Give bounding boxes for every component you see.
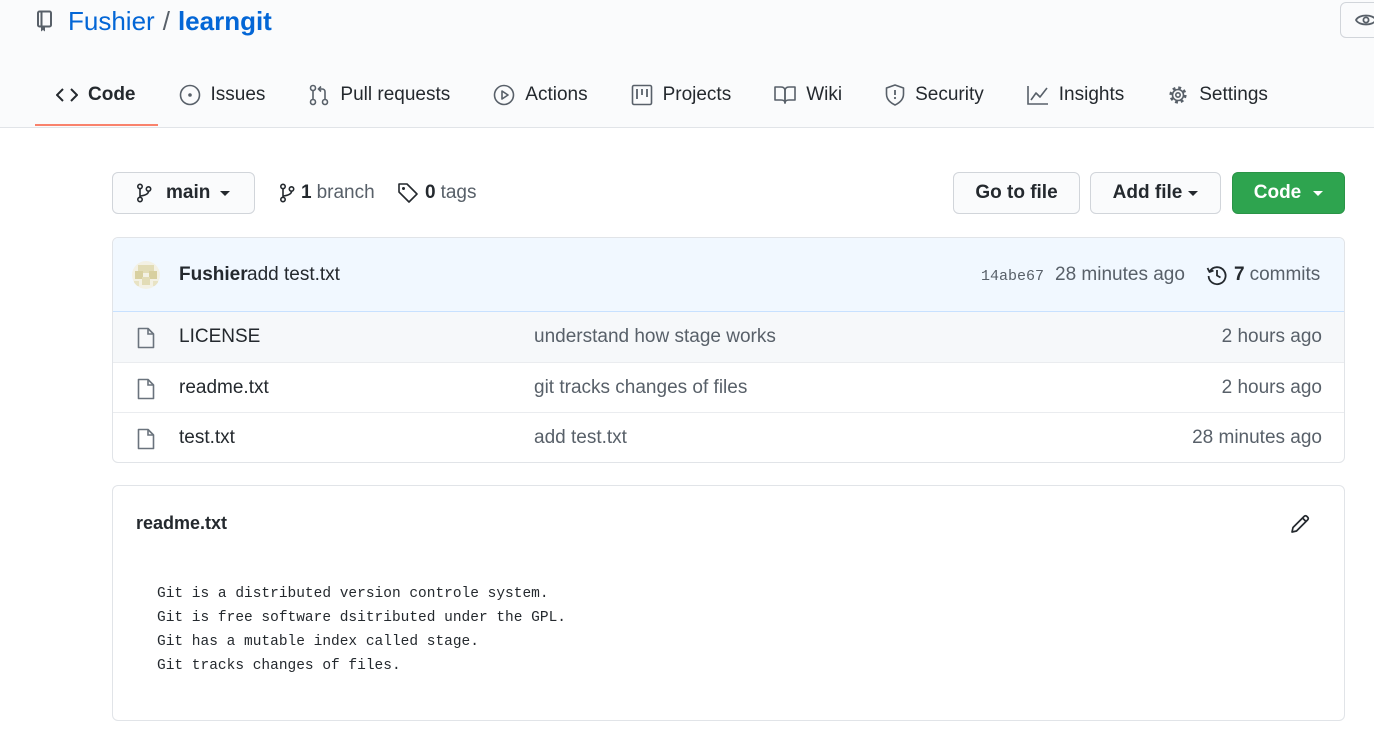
readme-panel: readme.txt Git is a distributed version … — [112, 485, 1345, 721]
file-age: 2 hours ago — [1221, 377, 1322, 398]
tag-icon — [397, 182, 419, 204]
repo-tabs: Code Issues Pull requests Actions Projec… — [35, 66, 1290, 128]
pull-request-icon — [308, 84, 330, 106]
repo-name-link[interactable]: learngit — [178, 6, 272, 37]
commit-time: 28 minutes ago — [1055, 264, 1185, 285]
file-list: Fushier add test.txt 14abe67 28 minutes … — [112, 237, 1345, 463]
tab-settings[interactable]: Settings — [1146, 66, 1290, 126]
tab-actions[interactable]: Actions — [472, 66, 609, 126]
readme-content: Git is a distributed version controle sy… — [157, 586, 566, 674]
tab-label: Projects — [662, 84, 732, 105]
code-icon — [56, 87, 78, 103]
chevron-down-icon — [1313, 190, 1324, 196]
tab-wiki[interactable]: Wiki — [753, 66, 864, 126]
code-button-label: Code — [1253, 182, 1302, 203]
tab-label: Code — [88, 84, 136, 105]
file-commit-message-link[interactable]: git tracks changes of files — [534, 377, 747, 399]
file-age: 2 hours ago — [1221, 326, 1322, 347]
code-download-button[interactable]: Code — [1232, 172, 1345, 214]
branch-icon — [279, 183, 295, 203]
add-file-button[interactable]: Add file — [1090, 172, 1221, 214]
tab-label: Insights — [1058, 84, 1125, 105]
commit-message-link[interactable]: add test.txt — [247, 264, 340, 286]
gear-icon — [1167, 84, 1189, 106]
project-icon — [631, 84, 653, 106]
pencil-icon[interactable] — [1289, 513, 1311, 535]
repo-title: Fushier / learngit — [36, 4, 272, 38]
branches-link[interactable]: 1 branch — [279, 180, 375, 206]
branches-count: 1 — [301, 182, 312, 203]
play-icon — [493, 84, 515, 106]
tab-pull-requests[interactable]: Pull requests — [287, 66, 472, 126]
tab-label: Actions — [525, 84, 588, 105]
commits-history-link[interactable]: 7 commits — [1206, 264, 1320, 286]
branch-name: main — [166, 182, 211, 203]
repo-icon — [36, 10, 54, 32]
file-icon — [137, 327, 155, 349]
chevron-down-icon — [1188, 190, 1199, 196]
tab-code[interactable]: Code — [35, 66, 158, 126]
repo-header: Fushier / learngit Code Issues Pull requ… — [0, 0, 1374, 128]
tags-label: tags — [440, 182, 477, 203]
eye-icon — [1355, 12, 1374, 28]
branch-select-button[interactable]: main — [112, 172, 255, 214]
file-name-link[interactable]: LICENSE — [179, 326, 260, 348]
file-name-link[interactable]: readme.txt — [179, 377, 269, 399]
tab-label: Wiki — [806, 84, 843, 105]
tags-count: 0 — [425, 182, 436, 203]
file-icon — [137, 378, 155, 400]
branch-icon — [136, 183, 152, 203]
issue-icon — [179, 84, 201, 106]
commits-label: commits — [1249, 264, 1321, 285]
graph-icon — [1026, 85, 1049, 105]
chevron-down-icon — [220, 190, 231, 196]
avatar[interactable] — [132, 261, 160, 289]
shield-icon — [885, 84, 905, 106]
tags-link[interactable]: 0 tags — [397, 180, 477, 206]
tab-label: Pull requests — [340, 84, 451, 105]
readme-title: readme.txt — [136, 513, 228, 533]
book-icon — [774, 85, 797, 105]
branches-label: branch — [316, 182, 375, 203]
repo-owner-link[interactable]: Fushier — [68, 6, 155, 37]
file-age: 28 minutes ago — [1192, 427, 1322, 448]
commit-sha-link[interactable]: 14abe67 — [981, 268, 1044, 285]
history-icon — [1206, 264, 1228, 286]
tab-label: Issues — [210, 84, 266, 105]
tab-issues[interactable]: Issues — [158, 66, 288, 126]
file-name-link[interactable]: test.txt — [179, 427, 235, 449]
go-to-file-button[interactable]: Go to file — [953, 172, 1080, 214]
tab-insights[interactable]: Insights — [1006, 66, 1146, 126]
tab-label: Security — [915, 84, 984, 105]
latest-commit-bar: Fushier add test.txt 14abe67 28 minutes … — [113, 238, 1344, 312]
tab-label: Settings — [1199, 84, 1268, 105]
file-row[interactable]: LICENSE understand how stage works 2 hou… — [113, 312, 1344, 362]
commits-count: 7 — [1234, 264, 1245, 285]
file-commit-message-link[interactable]: understand how stage works — [534, 326, 776, 348]
file-commit-message-link[interactable]: add test.txt — [534, 427, 627, 449]
tab-projects[interactable]: Projects — [610, 66, 754, 126]
commit-author-link[interactable]: Fushier — [179, 264, 248, 286]
watch-button[interactable] — [1340, 2, 1374, 38]
tab-security[interactable]: Security — [864, 66, 1006, 126]
file-icon — [137, 428, 155, 450]
file-row[interactable]: test.txt add test.txt 28 minutes ago — [113, 412, 1344, 462]
repo-separator: / — [162, 5, 170, 36]
file-row[interactable]: readme.txt git tracks changes of files 2… — [113, 362, 1344, 412]
add-file-label: Add file — [1112, 182, 1183, 203]
